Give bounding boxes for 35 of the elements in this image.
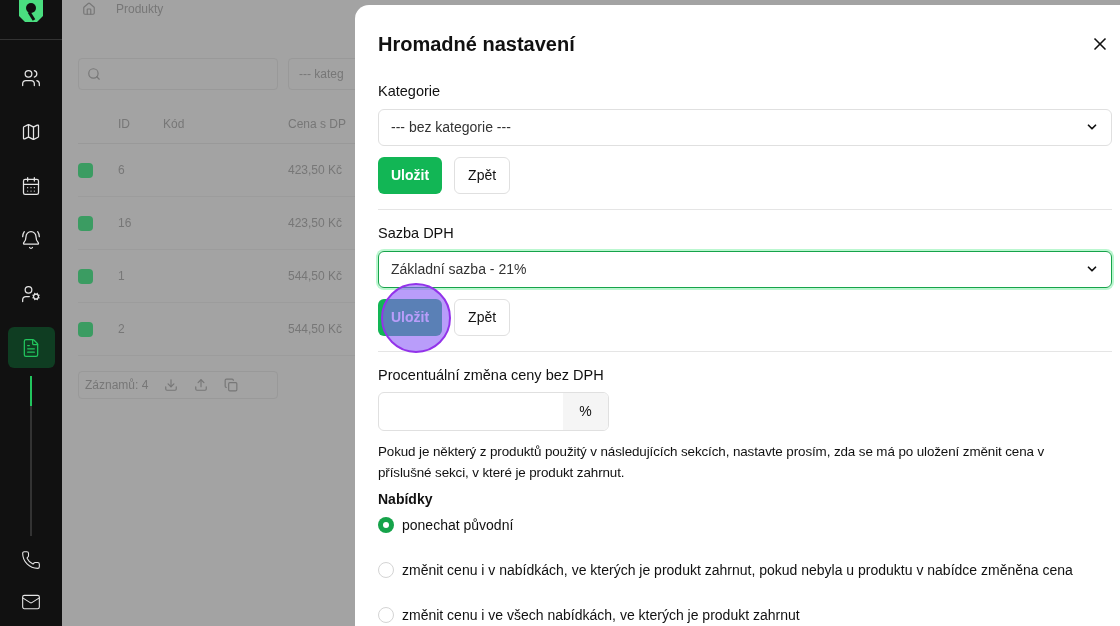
- dialog-title: Hromadné nastavení: [378, 32, 575, 57]
- user-gear-icon: [21, 283, 41, 304]
- field-label: Kategorie: [378, 82, 442, 101]
- download-icon[interactable]: [164, 378, 179, 392]
- info-text: Pokud je některý z produktů použitý v následujících sekcích, nastavte prosím, zda se má po uložení změnit cena v příslušné sekci, v které je produkt zahrnut.: [378, 443, 1046, 483]
- percent-field[interactable]: %: [378, 392, 609, 432]
- sidebar-item[interactable]: [7, 327, 55, 368]
- field-label: Procentuální změna ceny bez DPH: [378, 365, 605, 385]
- users-icon: [21, 67, 41, 88]
- mail-icon[interactable]: [21, 592, 41, 612]
- phone-icon[interactable]: [21, 550, 41, 570]
- row-checkbox[interactable]: [78, 162, 93, 178]
- home-icon[interactable]: [82, 2, 96, 16]
- copy-icon[interactable]: [224, 378, 239, 392]
- upload-icon[interactable]: [194, 378, 209, 392]
- row-checkbox[interactable]: [78, 321, 93, 337]
- calendar-icon: [21, 175, 41, 196]
- field-label: Sazba DPH: [378, 223, 455, 243]
- search-icon: [87, 67, 101, 81]
- bell-icon: [21, 229, 41, 250]
- select-field[interactable]: --- bez kategorie ---: [378, 108, 1112, 146]
- radio-label[interactable]: ponechat původní: [402, 514, 514, 536]
- radio-label[interactable]: změnit cenu i ve všech nabídkách, ve kterých je produkt zahrnut: [402, 604, 800, 626]
- back-button[interactable]: Zpět: [454, 156, 511, 194]
- search-field[interactable]: [78, 58, 278, 90]
- group-title: Nabídky: [378, 490, 434, 510]
- document-icon: [21, 337, 41, 358]
- radio-label[interactable]: změnit cenu i v nabídkách, ve kterých je produkt zahrnut, pokud nebyla u produktu v nabídce změněna cena: [402, 559, 1073, 581]
- row-checkbox[interactable]: [78, 268, 93, 284]
- percent-suffix: %: [563, 393, 608, 431]
- radio-button[interactable]: [378, 517, 394, 534]
- row-checkbox[interactable]: [78, 215, 93, 231]
- back-button[interactable]: Zpět: [454, 298, 511, 336]
- map-icon: [21, 121, 41, 142]
- select-field[interactable]: Základní sazba - 21%: [378, 250, 1112, 288]
